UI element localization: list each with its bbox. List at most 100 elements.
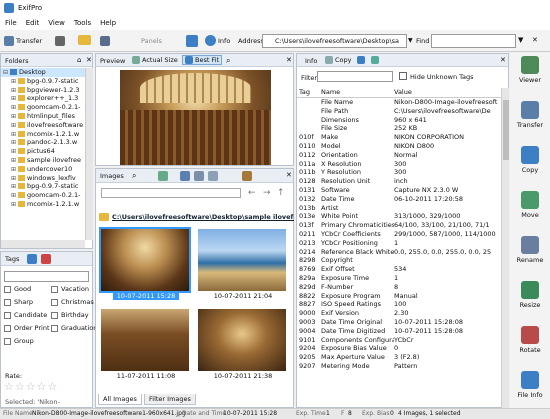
tag-item[interactable]: Birthday <box>51 311 89 319</box>
tag-checkbox[interactable] <box>4 285 11 293</box>
expand-icon[interactable]: ⊟ <box>3 69 10 77</box>
table-row[interactable]: 0131 Software Capture NX 2.3.0 W <box>297 186 501 195</box>
table-row[interactable]: 010f Make NIKON CORPORATION <box>297 133 501 142</box>
expand-icon[interactable]: ⊞ <box>11 175 18 183</box>
close-icon[interactable]: ✕ <box>286 56 292 64</box>
expand-icon[interactable]: ⊞ <box>11 78 18 86</box>
image-icon[interactable] <box>371 56 379 64</box>
folder-item[interactable]: ⊞ bpg-0.9.7-static <box>1 77 85 86</box>
table-row[interactable]: 9101 Components Configura... YCbCr <box>297 336 501 345</box>
details-view-icon[interactable] <box>194 171 204 181</box>
table-row[interactable]: 9207 Metering Mode Pattern <box>297 362 501 371</box>
folders-scrollbar[interactable] <box>85 68 93 240</box>
close-icon[interactable]: ✕ <box>86 56 92 64</box>
panels-button[interactable]: Panels <box>141 37 162 45</box>
close-icon[interactable]: ✕ <box>500 56 506 64</box>
table-row[interactable]: 013e White Point 313/1000, 329/1000 <box>297 212 501 221</box>
transfer-button[interactable]: Transfer <box>510 101 550 129</box>
menu-edit[interactable]: Edit <box>26 17 40 30</box>
table-row[interactable]: 011b Y Resolution 300 <box>297 168 501 177</box>
close-icon[interactable]: ✕ <box>286 171 292 179</box>
table-row[interactable]: 8822 Exposure Program Manual <box>297 292 501 301</box>
collapse-icon[interactable] <box>4 337 11 345</box>
find-clear-icon[interactable]: ✕ <box>532 36 538 44</box>
tag-item[interactable]: Order Print <box>4 324 50 332</box>
timeline-slider[interactable] <box>101 188 241 198</box>
folder-item[interactable]: ⊞ bpg-0.9.7-static <box>1 182 85 191</box>
table-row[interactable]: 829a Exposure Time 1 <box>297 274 501 283</box>
viewer-button[interactable]: Viewer <box>510 56 550 84</box>
table-row[interactable]: 013b Artist <box>297 204 501 213</box>
table-row[interactable]: 8827 ISO Speed Ratings 100 <box>297 300 501 309</box>
rating-stars[interactable]: ☆☆☆☆☆ <box>4 380 58 393</box>
sort-icon[interactable] <box>158 171 168 181</box>
table-row[interactable]: 8769 Exif Offset 534 <box>297 265 501 274</box>
expand-icon[interactable]: ⊞ <box>11 113 18 121</box>
table-row[interactable]: 0132 Date Time 06-10-2011 17:20:58 <box>297 195 501 204</box>
folders-hscroll[interactable] <box>1 240 85 248</box>
transfer-button[interactable]: Transfer <box>4 36 42 46</box>
table-row[interactable]: 0110 Model NIKON D800 <box>297 142 501 151</box>
folder-item[interactable]: ⊟ Desktop <box>1 68 85 77</box>
folder-item[interactable]: ⊞ pandoc-2.1.3.w <box>1 138 85 147</box>
column-tag[interactable]: Tag <box>297 88 321 97</box>
tag-checkbox[interactable] <box>4 298 11 306</box>
actual-size-button[interactable]: Actual Size <box>132 56 178 64</box>
folder-item[interactable]: ⊞ sample ilovefree <box>1 156 85 165</box>
table-row[interactable]: Dimensions 960 x 641 <box>297 116 501 125</box>
expand-icon[interactable]: ⊞ <box>11 95 18 103</box>
expand-icon[interactable]: ⊞ <box>11 166 18 174</box>
expand-icon[interactable]: ⊞ <box>11 201 18 209</box>
forward-arrow-icon[interactable]: → <box>263 188 271 198</box>
expand-icon[interactable]: ⊞ <box>11 148 18 156</box>
folder-item[interactable]: ⊞ mcomix-1.2.1.w <box>1 130 85 139</box>
tag-group[interactable]: Group <box>4 337 34 345</box>
hide-unknown-checkbox[interactable] <box>399 72 407 80</box>
folder-item[interactable]: ⊞ undercover10 <box>1 165 85 174</box>
menu-file[interactable]: File <box>5 17 17 30</box>
expand-icon[interactable]: ⊞ <box>11 122 18 130</box>
expand-icon[interactable]: ⊞ <box>11 192 18 200</box>
search-icon[interactable]: ⌕ <box>132 171 136 181</box>
folder-item[interactable]: ⊞ explorer++_1.3 <box>1 94 85 103</box>
menu-help[interactable]: Help <box>100 17 116 30</box>
folder-item[interactable]: ⊞ goomcam-0.2.1- <box>1 191 85 200</box>
tag-item[interactable]: Christmas <box>51 298 94 306</box>
thumbnail[interactable]: 11-07-2011 11:08 <box>99 307 193 385</box>
folder-item[interactable]: ⊞ htmlinput_files <box>1 112 85 121</box>
tag-item[interactable]: Graduation <box>51 324 97 332</box>
view-icon[interactable] <box>100 36 110 46</box>
find-input[interactable] <box>431 34 516 48</box>
file-info-button[interactable]: File Info <box>510 371 550 399</box>
info-button[interactable]: Info <box>205 35 230 46</box>
table-row[interactable]: File Path C:\Users\ilovefreesoftware\De <box>297 107 501 116</box>
table-row[interactable]: File Name Nikon-D800-Image-ilovefreesoft <box>297 98 501 107</box>
table-row[interactable]: File Size 252 KB <box>297 124 501 133</box>
tag-checkbox[interactable] <box>51 324 58 332</box>
scroll-thumb[interactable] <box>503 100 509 160</box>
folder-icon[interactable] <box>78 35 91 45</box>
expand-icon[interactable]: ⊞ <box>11 104 18 112</box>
tag-item[interactable]: Candidate <box>4 311 47 319</box>
list-view-icon[interactable] <box>208 171 218 181</box>
table-row[interactable]: 9004 Date Time Digitized 10-07-2011 15:28:… <box>297 327 501 336</box>
tag-checkbox[interactable] <box>51 311 58 319</box>
table-row[interactable]: 013f Primary Chromaticities 64/100, 33/100… <box>297 221 501 230</box>
find-go-icon[interactable]: ▼ <box>518 36 523 44</box>
tag-item[interactable]: Sharp <box>4 298 33 306</box>
address-field[interactable]: C:\Users\ilovefreesoftware\Desktop\sa <box>262 34 407 48</box>
best-fit-button[interactable]: Best Fit <box>182 55 223 65</box>
thumbnail[interactable]: 10-07-2011 21:38 <box>196 307 290 385</box>
zoom-icon[interactable]: ⌕ <box>226 56 230 66</box>
tag-checkbox[interactable] <box>4 311 11 319</box>
rotate-button[interactable]: Rotate <box>510 326 550 354</box>
tag-checkbox[interactable] <box>51 285 58 293</box>
column-value[interactable]: Value <box>394 88 501 97</box>
folder-item[interactable]: ⊞ goomcam-0.2.1- <box>1 103 85 112</box>
resize-button[interactable]: Resize <box>510 281 550 309</box>
expand-icon[interactable]: ⊞ <box>11 139 18 147</box>
expand-icon[interactable]: ⊞ <box>11 131 18 139</box>
folder-item[interactable]: ⊞ ilovefreesoftware <box>1 121 85 130</box>
copy-button[interactable]: Copy <box>510 146 550 174</box>
move-button[interactable]: Move <box>510 191 550 219</box>
